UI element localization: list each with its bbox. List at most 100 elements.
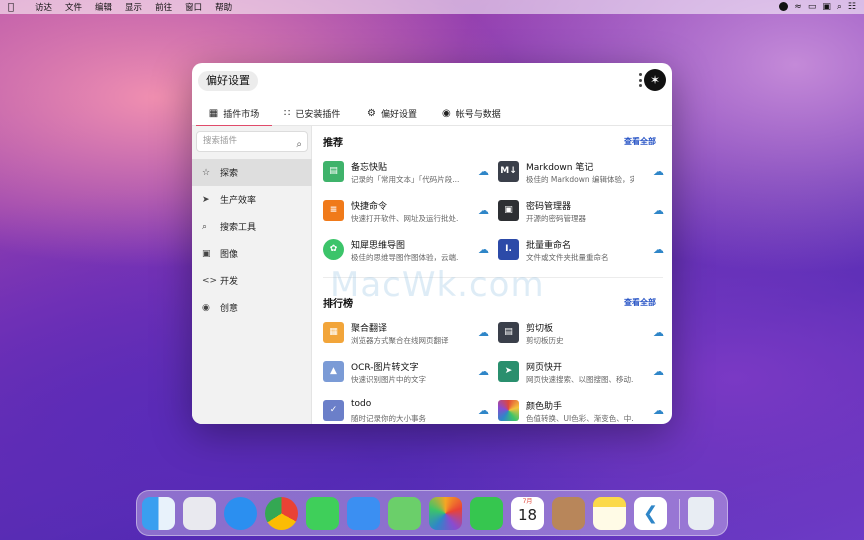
plugin-card[interactable]: I. 批量重命名 文件或文件夹批量重命名 ☁ bbox=[498, 237, 668, 271]
plugin-desc: 极佳的思维导图作图体验，云端... bbox=[351, 253, 459, 262]
dock-separator bbox=[679, 499, 680, 529]
safari-icon[interactable] bbox=[224, 497, 257, 530]
command-icon: ≡ bbox=[323, 200, 344, 221]
app-logo-icon[interactable]: ✶ bbox=[644, 69, 666, 91]
plugin-desc: 开源的密码管理器 bbox=[526, 214, 586, 223]
plugin-card[interactable]: ▤ 备忘快贴 记录的「常用文本」「代码片段... ☁ bbox=[323, 159, 493, 193]
cloud-download-icon[interactable]: ☁ bbox=[653, 326, 666, 339]
tab-account-data[interactable]: ◉ 帐号与数据 bbox=[442, 101, 502, 126]
tab-label: 偏好设置 bbox=[380, 110, 417, 120]
more-menu-icon[interactable] bbox=[638, 73, 642, 87]
search-icon[interactable]: ⌕ bbox=[296, 135, 302, 154]
sidebar-item-label: 图像 bbox=[220, 250, 239, 260]
code-icon: <> bbox=[202, 275, 218, 286]
cloud-download-icon[interactable]: ☁ bbox=[478, 204, 491, 217]
palette-icon: ◉ bbox=[202, 302, 210, 313]
plugin-name: 快捷命令 bbox=[351, 202, 388, 212]
plugin-card[interactable]: ≡ 快捷命令 快速打开软件、网址及运行批处... ☁ bbox=[323, 198, 493, 232]
window-title: 偏好设置 bbox=[198, 71, 258, 91]
facetime-icon[interactable] bbox=[470, 497, 503, 530]
app-status-icon[interactable] bbox=[779, 0, 789, 14]
see-all-ranking-link[interactable]: 查看全部 bbox=[624, 297, 656, 308]
sidebar-item-productivity[interactable]: ➤ 生产效率 bbox=[192, 186, 312, 213]
tab-label: 已安装插件 bbox=[295, 110, 341, 120]
tab-plugin-market[interactable]: ▦ 插件市场 bbox=[196, 101, 272, 127]
spotlight-icon[interactable]: ⌕ bbox=[837, 0, 842, 14]
finder-icon[interactable] bbox=[142, 497, 175, 530]
calendar-icon[interactable]: 7月 18 bbox=[511, 497, 544, 530]
see-all-recommend-link[interactable]: 查看全部 bbox=[624, 136, 656, 147]
cloud-download-icon[interactable]: ☁ bbox=[653, 365, 666, 378]
rocket-icon: ➤ bbox=[498, 361, 519, 382]
contacts-icon[interactable] bbox=[552, 497, 585, 530]
lock-icon: ▣ bbox=[498, 200, 519, 221]
section-title-ranking: 排行榜 bbox=[323, 299, 353, 310]
image-icon: ▣ bbox=[202, 248, 211, 259]
trash-icon[interactable] bbox=[688, 497, 714, 530]
cloud-download-icon[interactable]: ☁ bbox=[653, 404, 666, 417]
plugin-name: 密码管理器 bbox=[526, 202, 572, 212]
photos-icon[interactable] bbox=[429, 497, 462, 530]
plugin-card[interactable]: ▣ 密码管理器 开源的密码管理器 ☁ bbox=[498, 198, 668, 232]
grid-icon: ∷ bbox=[284, 108, 291, 119]
plugin-card[interactable]: ▲ OCR-图片转文字 快速识别图片中的文字 ☁ bbox=[323, 359, 493, 393]
plugin-card[interactable]: M↓ Markdown 笔记 极佳的 Markdown 编辑体验，实... ☁ bbox=[498, 159, 668, 193]
control-center-icon[interactable]: ☷ bbox=[848, 0, 856, 14]
mindmap-icon: ✿ bbox=[323, 239, 344, 260]
mail-icon[interactable] bbox=[347, 497, 380, 530]
maps-icon[interactable] bbox=[388, 497, 421, 530]
sidebar-item-search-tools[interactable]: ⌕ 搜索工具 bbox=[192, 213, 312, 240]
screen-icon[interactable]: ▭ bbox=[808, 0, 817, 14]
plugin-card[interactable]: ✓ todo 随时记录你的大小事务 ☁ bbox=[323, 398, 493, 424]
plugin-card[interactable]: ✿ 知犀思维导图 极佳的思维导图作图体验，云端... ☁ bbox=[323, 237, 493, 271]
menu-view[interactable]: 显示 bbox=[125, 1, 142, 13]
cloud-download-icon[interactable]: ☁ bbox=[478, 165, 491, 178]
section-title-recommend: 推荐 bbox=[323, 138, 343, 149]
apple-menu-icon[interactable]:  bbox=[8, 2, 22, 13]
menu-go[interactable]: 前往 bbox=[155, 1, 172, 13]
chrome-icon[interactable] bbox=[265, 497, 298, 530]
messages-icon[interactable] bbox=[306, 497, 339, 530]
status-area: ≈ ▭ ▣ ⌕ ☷ bbox=[779, 0, 856, 14]
wifi-icon[interactable]: ≈ bbox=[794, 0, 802, 14]
plugin-card[interactable]: ➤ 网页快开 网页快速搜索、以图搜图、移动... ☁ bbox=[498, 359, 668, 393]
cloud-download-icon[interactable]: ☁ bbox=[478, 243, 491, 256]
cloud-download-icon[interactable]: ☁ bbox=[478, 404, 491, 417]
search-input[interactable]: 搜索插件 ⌕ bbox=[196, 131, 308, 152]
cloud-download-icon[interactable]: ☁ bbox=[653, 204, 666, 217]
sidebar-item-develop[interactable]: <> 开发 bbox=[192, 267, 312, 294]
sidebar: 搜索插件 ⌕ ☆ 探索 ➤ 生产效率 ⌕ 搜索工具 ▣ 图像 <> 开发 ◉ 创… bbox=[192, 126, 312, 424]
translate-icon: ▦ bbox=[323, 322, 344, 343]
color-icon bbox=[498, 400, 519, 421]
plugin-card[interactable]: 颜色助手 色值转换、UI色彩、渐变色、中... ☁ bbox=[498, 398, 668, 424]
plugin-card[interactable]: ▦ 聚合翻译 浏览器方式聚合在线网页翻译 ☁ bbox=[323, 320, 493, 354]
plugin-name: 知犀思维导图 bbox=[351, 241, 406, 251]
plugin-name: OCR-图片转文字 bbox=[351, 363, 419, 373]
plugin-card[interactable]: ▤ 剪切板 剪切板历史 ☁ bbox=[498, 320, 668, 354]
cloud-download-icon[interactable]: ☁ bbox=[478, 365, 491, 378]
cloud-download-icon[interactable]: ☁ bbox=[653, 243, 666, 256]
vscode-icon[interactable]: ❮ bbox=[634, 497, 667, 530]
rename-icon: I. bbox=[498, 239, 519, 260]
menu-finder[interactable]: 访达 bbox=[35, 1, 52, 13]
cloud-download-icon[interactable]: ☁ bbox=[478, 326, 491, 339]
clipboard-icon: ▤ bbox=[323, 161, 344, 182]
sidebar-item-explore[interactable]: ☆ 探索 bbox=[192, 159, 312, 186]
menu-help[interactable]: 帮助 bbox=[215, 1, 232, 13]
lock-status-icon[interactable]: ▣ bbox=[822, 0, 831, 14]
tab-installed-plugins[interactable]: ∷ 已安装插件 bbox=[284, 101, 348, 126]
sidebar-item-creative[interactable]: ◉ 创意 bbox=[192, 294, 312, 321]
calendar-day: 18 bbox=[517, 506, 538, 524]
menu-file[interactable]: 文件 bbox=[65, 1, 82, 13]
cloud-download-icon[interactable]: ☁ bbox=[653, 165, 666, 178]
send-icon: ➤ bbox=[202, 194, 210, 205]
plugin-desc: 浏览器方式聚合在线网页翻译 bbox=[351, 336, 449, 345]
notes-icon[interactable] bbox=[593, 497, 626, 530]
menu-edit[interactable]: 编辑 bbox=[95, 1, 112, 13]
tab-preferences[interactable]: ⚙ 偏好设置 bbox=[367, 101, 425, 126]
plugin-name: 聚合翻译 bbox=[351, 324, 388, 334]
preferences-window: 偏好设置 ✶ ▦ 插件市场 ∷ 已安装插件 ⚙ 偏好设置 ◉ 帐号与数据 搜索插… bbox=[192, 63, 672, 424]
sidebar-item-image[interactable]: ▣ 图像 bbox=[192, 240, 312, 267]
launchpad-icon[interactable] bbox=[183, 497, 216, 530]
menu-window[interactable]: 窗口 bbox=[185, 1, 202, 13]
